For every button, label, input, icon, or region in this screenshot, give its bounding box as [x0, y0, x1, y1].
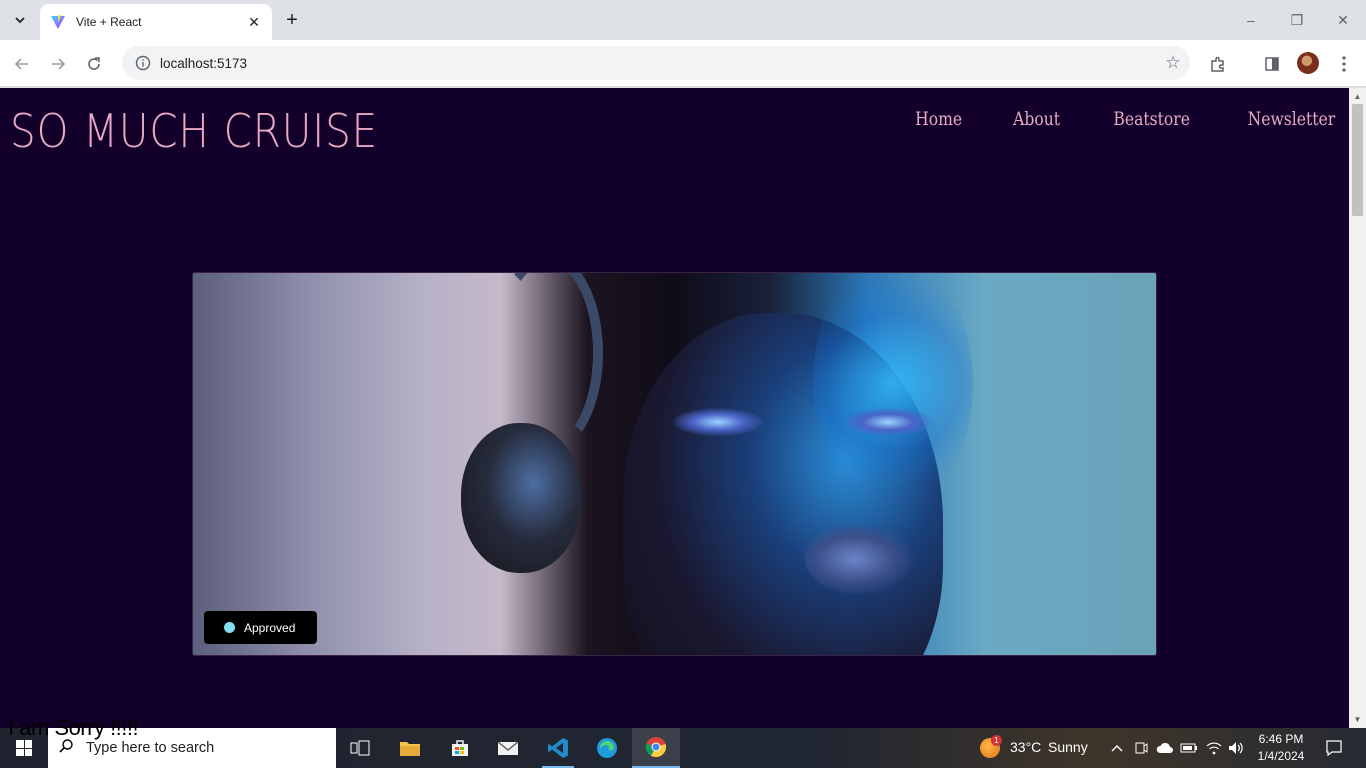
browser-tab[interactable]: Vite + React ✕ — [40, 4, 272, 40]
scroll-down-arrow-icon[interactable]: ▼ — [1349, 711, 1366, 728]
weather-icon[interactable]: 1 — [980, 735, 1002, 758]
meet-now-icon[interactable] — [1132, 739, 1150, 757]
vite-favicon-icon — [51, 15, 65, 29]
forward-arrow-icon[interactable] — [44, 50, 72, 78]
weather-alert-badge: 1 — [991, 735, 1002, 746]
address-url: localhost:5173 — [160, 55, 248, 71]
weather-temp[interactable]: 33°C — [1010, 739, 1041, 755]
status-badge-label: Approved — [244, 620, 296, 635]
system-clock[interactable]: 6:46 PM 1/4/2024 — [1250, 731, 1312, 765]
bookmark-star-icon[interactable]: ☆ — [1156, 53, 1190, 73]
wifi-icon[interactable] — [1205, 739, 1223, 757]
site-logo[interactable]: SO MUCH CRUISE — [10, 104, 378, 158]
extensions-puzzle-icon[interactable] — [1204, 50, 1232, 78]
kebab-menu-icon[interactable] — [1330, 50, 1358, 78]
site-nav: Home About Beatstore Newsletter — [910, 108, 1345, 130]
web-page: SO MUCH CRUISE Home About Beatstore News… — [0, 88, 1349, 728]
address-bar[interactable]: localhost:5173 ☆ — [122, 46, 1190, 80]
hero-eye-shape — [673, 408, 763, 436]
restore-icon[interactable]: ❐ — [1274, 0, 1320, 40]
microsoft-store-icon[interactable] — [436, 728, 484, 768]
status-badge: Approved — [204, 611, 317, 644]
tab-title: Vite + React — [76, 15, 142, 29]
reload-icon[interactable] — [80, 50, 108, 78]
close-tab-icon[interactable]: ✕ — [246, 14, 262, 30]
chevron-up-icon[interactable] — [1108, 739, 1126, 757]
weather-condition[interactable]: Sunny — [1048, 739, 1088, 755]
side-panel-icon[interactable] — [1258, 50, 1286, 78]
search-placeholder: Type here to search — [86, 740, 215, 756]
browser-tab-strip: Vite + React ✕ + – ❐ ✕ — [0, 0, 1366, 40]
edge-icon[interactable] — [583, 728, 631, 768]
scroll-up-arrow-icon[interactable]: ▲ — [1349, 88, 1366, 105]
file-explorer-icon[interactable] — [386, 728, 434, 768]
vscode-icon[interactable] — [534, 728, 582, 768]
mail-icon[interactable] — [484, 728, 532, 768]
hero-lips-shape — [805, 523, 915, 595]
browser-toolbar: localhost:5173 ☆ — [0, 40, 1366, 87]
status-dot-icon — [224, 622, 235, 633]
scroll-thumb[interactable] — [1352, 104, 1363, 216]
nav-link-about[interactable]: About — [1013, 108, 1060, 130]
hero-light-glow — [813, 273, 973, 513]
tab-search-button[interactable] — [8, 8, 32, 32]
profile-avatar[interactable] — [1297, 52, 1319, 74]
nav-link-beatstore[interactable]: Beatstore — [1113, 108, 1190, 130]
onedrive-cloud-icon[interactable] — [1156, 739, 1174, 757]
apology-text: I am Sorry !!!!! — [8, 715, 139, 740]
nav-link-newsletter[interactable]: Newsletter — [1248, 108, 1336, 130]
chevron-down-icon — [15, 17, 25, 24]
new-tab-button[interactable]: + — [280, 8, 304, 32]
close-window-icon[interactable]: ✕ — [1320, 0, 1366, 40]
windows-taskbar: Type here to search 1 33°C Sunny 6:46 PM… — [0, 728, 1366, 768]
windows-logo-icon — [16, 740, 32, 756]
back-arrow-icon[interactable] — [8, 50, 36, 78]
hero-eye-shape — [843, 408, 933, 436]
volume-icon[interactable] — [1227, 739, 1245, 757]
task-view-icon[interactable] — [336, 728, 384, 768]
notifications-icon[interactable] — [1324, 738, 1344, 758]
chrome-icon[interactable] — [632, 728, 680, 768]
page-scrollbar[interactable]: ▲ ▼ — [1349, 88, 1366, 728]
clock-date: 1/4/2024 — [1257, 749, 1305, 763]
minimize-icon[interactable]: – — [1228, 0, 1274, 40]
hero-image: Approved — [192, 272, 1157, 656]
nav-link-home[interactable]: Home — [916, 108, 963, 130]
battery-icon[interactable] — [1180, 739, 1198, 757]
clock-time: 6:46 PM — [1258, 732, 1304, 746]
site-info-icon[interactable] — [128, 55, 158, 71]
headphone-icon — [461, 423, 581, 573]
